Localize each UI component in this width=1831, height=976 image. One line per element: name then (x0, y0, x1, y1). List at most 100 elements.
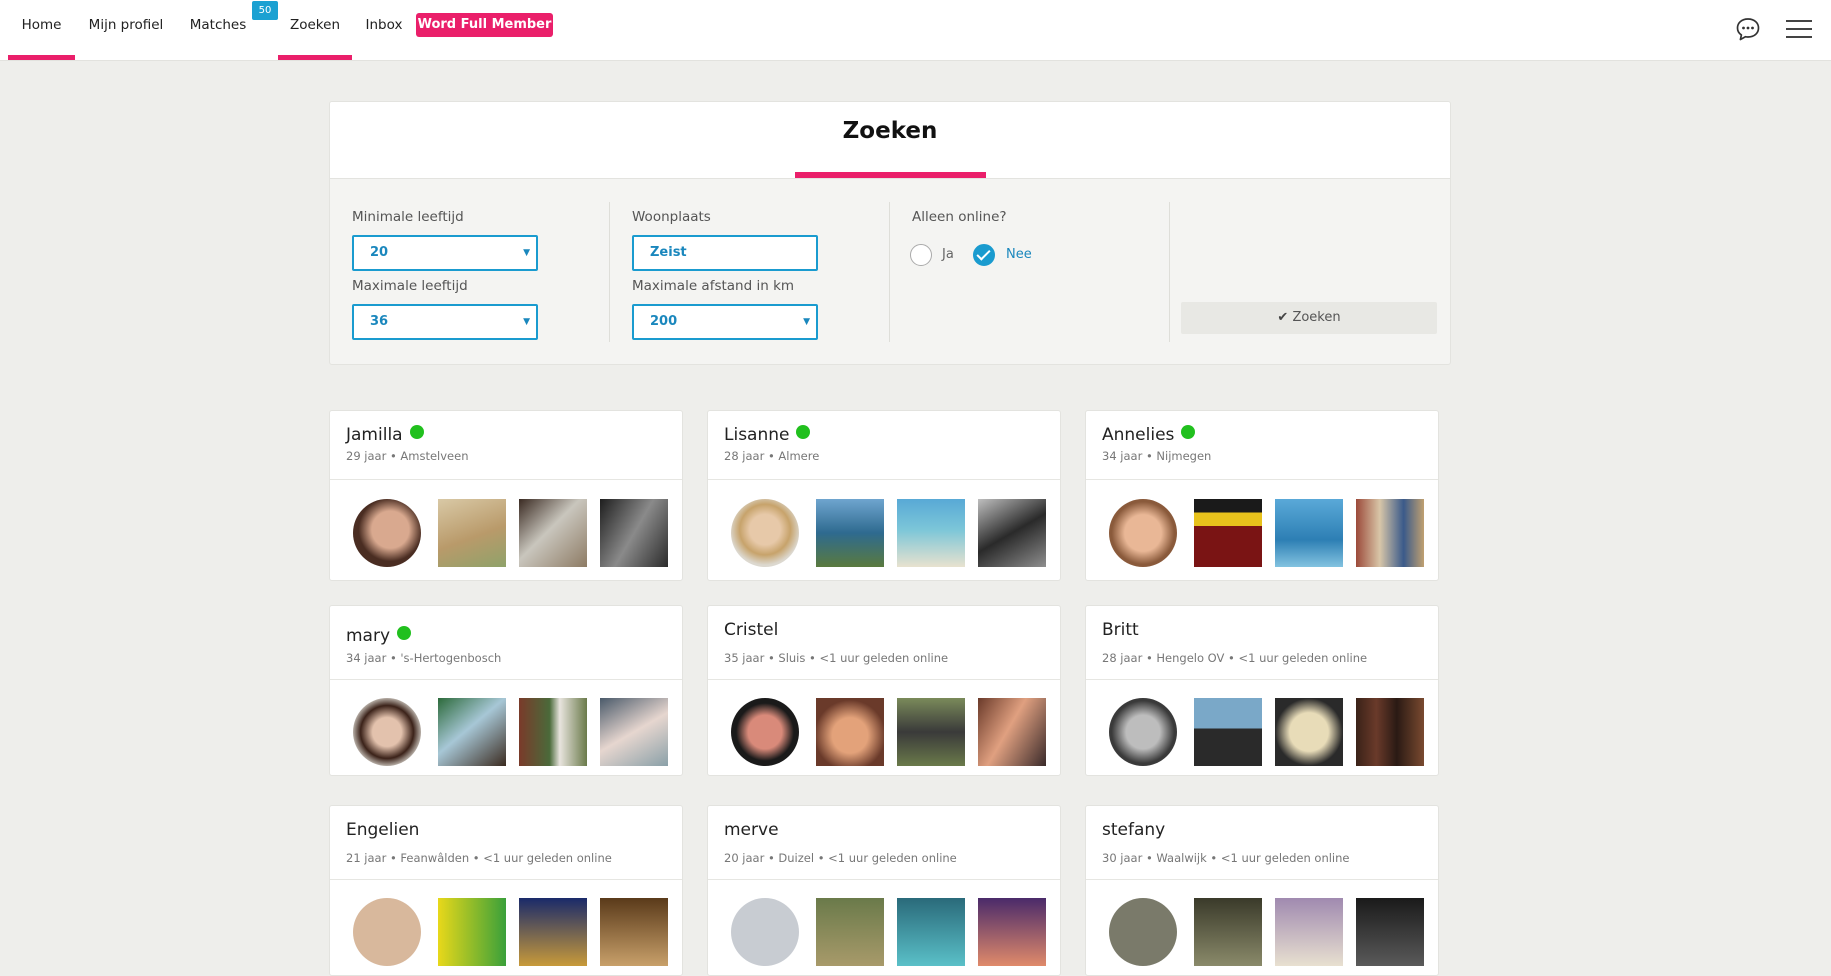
distance-select[interactable]: 200 ▼ (632, 304, 818, 340)
profile-name[interactable]: Britt (1102, 620, 1139, 640)
profile-card-header: stefany 30 jaar • Waalwijk • <1 uur gele… (1086, 806, 1438, 880)
city-value: Zeist (650, 245, 687, 260)
profile-photo[interactable] (600, 898, 668, 966)
profile-photo[interactable] (600, 698, 668, 766)
profile-card[interactable]: Cristel 35 jaar • Sluis • <1 uur geleden… (707, 605, 1061, 776)
profile-photo[interactable] (897, 698, 965, 766)
profile-photo[interactable] (897, 499, 965, 567)
profile-meta: 20 jaar • Duizel • <1 uur geleden online (724, 851, 957, 865)
profile-photo[interactable] (978, 499, 1046, 567)
profile-card[interactable]: Engelien 21 jaar • Feanwâlden • <1 uur g… (329, 805, 683, 976)
profile-photo[interactable] (1356, 898, 1424, 966)
nav-zoeken[interactable]: Zoeken (278, 0, 352, 60)
profile-meta: 34 jaar • Nijmegen (1102, 449, 1212, 463)
profile-photos (1086, 898, 1438, 968)
profile-photo[interactable] (519, 499, 587, 567)
nav-matches[interactable]: Matches (183, 0, 253, 60)
profile-meta: 29 jaar • Amstelveen (346, 449, 469, 463)
online-nee-label[interactable]: Nee (1006, 247, 1032, 262)
profile-name-text: Annelies (1102, 425, 1175, 445)
profile-photo[interactable] (978, 898, 1046, 966)
profile-name-text: Lisanne (724, 425, 790, 445)
min-age-select[interactable]: 20 ▼ (352, 235, 538, 271)
profile-name[interactable]: mary (346, 626, 412, 646)
profile-meta: 21 jaar • Feanwâlden • <1 uur geleden on… (346, 851, 612, 865)
profile-name[interactable]: Jamilla (346, 425, 424, 445)
chat-icon[interactable] (1735, 16, 1761, 42)
online-ja-radio[interactable] (910, 244, 932, 266)
profile-photo[interactable] (1275, 499, 1343, 567)
profile-photo[interactable] (1194, 898, 1262, 966)
profile-name[interactable]: merve (724, 820, 779, 840)
chevron-down-icon: ▼ (803, 317, 810, 327)
profile-meta: 34 jaar • 's-Hertogenbosch (346, 651, 502, 665)
column-divider (889, 202, 890, 342)
full-member-button[interactable]: Word Full Member (416, 13, 553, 37)
profile-avatar[interactable] (1109, 898, 1177, 966)
profile-photos (708, 898, 1060, 968)
nav-mijn-profiel[interactable]: Mijn profiel (82, 0, 170, 60)
profile-card[interactable]: Annelies 34 jaar • Nijmegen (1085, 410, 1439, 581)
city-input[interactable]: Zeist (632, 235, 818, 271)
profile-photo[interactable] (438, 499, 506, 567)
profile-name[interactable]: Engelien (346, 820, 419, 840)
profile-name[interactable]: Cristel (724, 620, 778, 640)
profile-card-header: merve 20 jaar • Duizel • <1 uur geleden … (708, 806, 1060, 880)
title-underline (795, 172, 986, 178)
profile-card[interactable]: merve 20 jaar • Duizel • <1 uur geleden … (707, 805, 1061, 976)
online-only-label: Alleen online? (912, 209, 1007, 225)
max-age-select[interactable]: 36 ▼ (352, 304, 538, 340)
profile-avatar[interactable] (353, 698, 421, 766)
profile-photo[interactable] (816, 698, 884, 766)
profile-card-header: Annelies 34 jaar • Nijmegen (1086, 411, 1438, 480)
profile-photos (1086, 698, 1438, 768)
profile-avatar[interactable] (1109, 698, 1177, 766)
profile-photo[interactable] (519, 898, 587, 966)
profile-photo[interactable] (1356, 698, 1424, 766)
profile-photo[interactable] (600, 499, 668, 567)
profile-card[interactable]: mary 34 jaar • 's-Hertogenbosch (329, 605, 683, 776)
profile-meta: 35 jaar • Sluis • <1 uur geleden online (724, 651, 949, 665)
profile-card[interactable]: stefany 30 jaar • Waalwijk • <1 uur gele… (1085, 805, 1439, 976)
profile-photo[interactable] (1275, 898, 1343, 966)
online-nee-radio[interactable] (973, 244, 995, 266)
profile-photo[interactable] (1356, 499, 1424, 567)
online-status-icon (1181, 425, 1196, 439)
profile-name-text: Cristel (724, 620, 779, 640)
profile-photos (1086, 499, 1438, 569)
profile-photo[interactable] (1275, 698, 1343, 766)
profile-photo[interactable] (438, 698, 506, 766)
profile-name-text: Engelien (346, 820, 420, 840)
profile-avatar[interactable] (731, 698, 799, 766)
online-ja-label[interactable]: Ja (942, 247, 954, 262)
search-panel-header: Zoeken (330, 102, 1450, 179)
profile-avatar[interactable] (353, 898, 421, 966)
profile-avatar[interactable] (1109, 499, 1177, 567)
profile-card[interactable]: Jamilla 29 jaar • Amstelveen (329, 410, 683, 581)
profile-photo[interactable] (438, 898, 506, 966)
profile-name[interactable]: Annelies (1102, 425, 1196, 445)
profile-photo[interactable] (897, 898, 965, 966)
profile-photo[interactable] (1194, 499, 1262, 567)
profile-name[interactable]: Lisanne (724, 425, 811, 445)
profile-photo[interactable] (978, 698, 1046, 766)
profile-photo[interactable] (816, 898, 884, 966)
hamburger-menu-icon[interactable] (1786, 17, 1812, 41)
profile-card[interactable]: Lisanne 28 jaar • Almere (707, 410, 1061, 581)
chevron-down-icon: ▼ (523, 248, 530, 258)
profile-card[interactable]: Britt 28 jaar • Hengelo OV • <1 uur gele… (1085, 605, 1439, 776)
profile-avatar[interactable] (731, 499, 799, 567)
search-submit-button[interactable]: ✔ Zoeken (1181, 302, 1437, 334)
profile-card-header: Engelien 21 jaar • Feanwâlden • <1 uur g… (330, 806, 682, 880)
profile-photo[interactable] (519, 698, 587, 766)
nav-home[interactable]: Home (8, 0, 75, 60)
nav-inbox[interactable]: Inbox (362, 0, 406, 60)
profile-avatar[interactable] (731, 898, 799, 966)
profile-name[interactable]: stefany (1102, 820, 1165, 840)
profile-photo[interactable] (1194, 698, 1262, 766)
profile-meta: 28 jaar • Almere (724, 449, 820, 463)
column-divider (609, 202, 610, 342)
profile-name-text: Britt (1102, 620, 1139, 640)
profile-avatar[interactable] (353, 499, 421, 567)
profile-photo[interactable] (816, 499, 884, 567)
